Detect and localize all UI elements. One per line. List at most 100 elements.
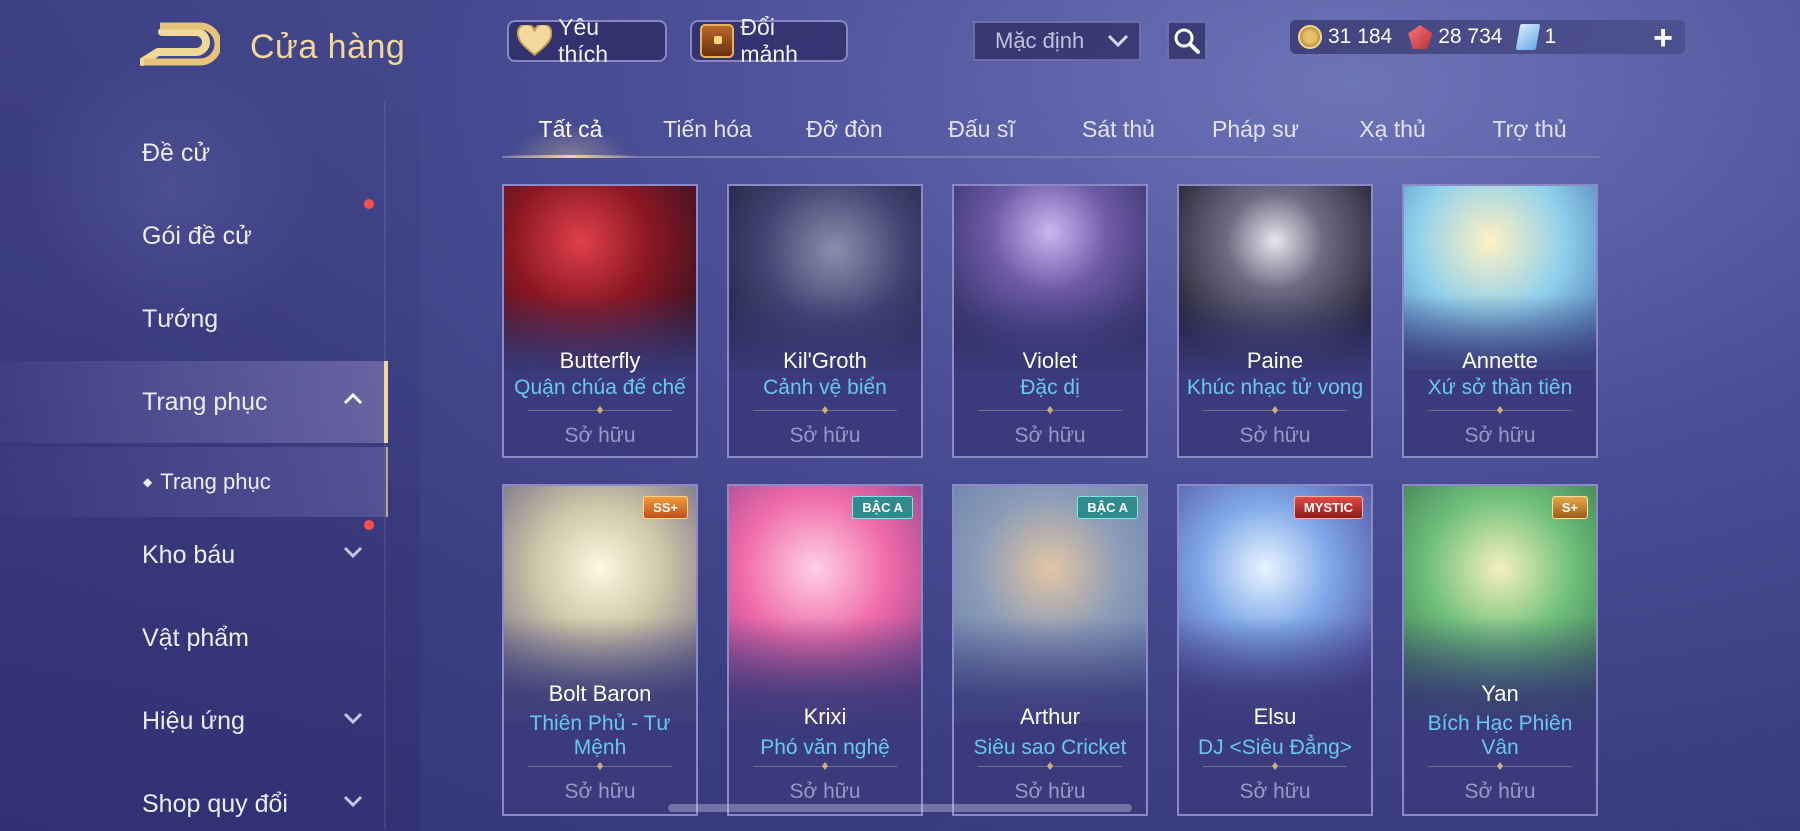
hero-name: Bolt Baron xyxy=(548,681,652,706)
gold-balance: 31 184 xyxy=(1298,25,1392,49)
hero-name: Violet xyxy=(1022,348,1078,373)
shard-exchange-button[interactable]: Đổi mảnh xyxy=(690,14,848,67)
chevron-down-icon xyxy=(343,712,363,724)
skin-name: Bích Hạc Phiên Vân xyxy=(1427,712,1573,759)
sidebar-item-label: Kho báu xyxy=(142,540,236,569)
skin-card-violet[interactable]: Violet Đặc dị Sở hữu xyxy=(952,184,1148,458)
skin-card-yan[interactable]: S+ Yan Bích Hạc Phiên Vân Sở hữu xyxy=(1402,484,1598,816)
gem-amount: 28 734 xyxy=(1438,25,1503,48)
bullet-icon: ◆ xyxy=(143,475,153,489)
tier-badge: S+ xyxy=(1551,496,1588,519)
tab-label: Tiến hóa xyxy=(663,116,752,142)
sidebar-item-recommended[interactable]: Đề cử xyxy=(0,112,388,194)
tab-support[interactable]: Trợ thủ xyxy=(1461,100,1598,156)
hero-name: Kil'Groth xyxy=(783,348,867,373)
hero-name: Paine xyxy=(1246,348,1304,373)
owned-status: Sở hữu xyxy=(1239,424,1311,447)
hero-name: Arthur xyxy=(1020,704,1080,729)
sidebar-item-label: Trang phục xyxy=(160,469,271,494)
tab-label: Đỡ đòn xyxy=(806,116,883,142)
favorites-label: Yêu thích xyxy=(558,14,609,67)
skin-card-bolt-baron[interactable]: SS+ Bolt Baron Thiên Phủ - Tư Mệnh Sở hữ… xyxy=(502,484,698,816)
tier-badge: BẬC A xyxy=(1077,496,1138,519)
gold-coin-icon xyxy=(1298,25,1322,49)
tab-marksman[interactable]: Xạ thủ xyxy=(1324,100,1461,156)
skin-name: Quận chúa đế chế xyxy=(514,376,686,399)
hero-name: Yan xyxy=(1481,681,1519,706)
sidebar-item-skins[interactable]: Trang phục xyxy=(0,361,388,443)
scroll-bar[interactable] xyxy=(668,804,1132,812)
owned-status: Sở hữu xyxy=(1014,780,1086,803)
tab-mage[interactable]: Pháp sư xyxy=(1187,100,1324,156)
sidebar-subitem-skins[interactable]: ◆ Trang phục xyxy=(0,447,388,517)
card-divider xyxy=(528,410,672,411)
back-button[interactable] xyxy=(138,22,222,70)
card-divider xyxy=(528,766,672,767)
ruby-gem-icon xyxy=(1408,25,1433,49)
card-divider xyxy=(978,766,1122,767)
search-icon xyxy=(1174,28,1200,54)
skin-card-kilgroth[interactable]: Kil'Groth Cảnh vệ biển Sở hữu xyxy=(727,184,923,458)
tab-assassin[interactable]: Sát thủ xyxy=(1050,100,1187,156)
tab-label: Pháp sư xyxy=(1211,116,1299,142)
favorites-button[interactable]: Yêu thích xyxy=(507,14,667,67)
owned-status: Sở hữu xyxy=(789,780,861,803)
skin-card-paine[interactable]: Paine Khúc nhạc tử vong Sở hữu xyxy=(1177,184,1373,458)
tier-badge: BẬC A xyxy=(852,496,913,519)
card-divider xyxy=(753,410,897,411)
skin-name: DJ <Siêu Đẳng> xyxy=(1197,736,1353,759)
sidebar-item-recommended-packs[interactable]: Gói đề cử xyxy=(0,195,388,277)
sort-dropdown[interactable]: Mặc định xyxy=(973,21,1141,61)
ticket-amount: 1 xyxy=(1544,25,1557,48)
sidebar-item-label: Trang phục xyxy=(142,387,268,416)
tab-evolution[interactable]: Tiến hóa xyxy=(639,100,776,156)
shard-exchange-label: Đổi mảnh xyxy=(740,14,798,67)
skin-name: Siêu sao Cricket xyxy=(973,736,1127,759)
tab-label: Trợ thủ xyxy=(1492,116,1567,142)
sort-value: Mặc định xyxy=(995,28,1085,53)
hero-name: Annette xyxy=(1462,348,1538,373)
skin-card-elsu[interactable]: MYSTIC Elsu DJ <Siêu Đẳng> Sở hữu xyxy=(1177,484,1373,816)
owned-status: Sở hữu xyxy=(1014,424,1086,447)
sidebar-item-heroes[interactable]: Tướng xyxy=(0,278,388,360)
tab-fighter[interactable]: Đấu sĩ xyxy=(913,100,1050,156)
search-button[interactable] xyxy=(1167,21,1207,61)
notification-dot xyxy=(364,199,374,209)
chest-icon xyxy=(700,24,735,58)
heart-icon xyxy=(517,25,553,56)
sidebar-item-items[interactable]: Vật phẩm xyxy=(0,597,388,679)
plus-icon[interactable]: + xyxy=(1645,19,1681,57)
card-divider xyxy=(1203,410,1347,411)
notification-dot xyxy=(364,520,374,530)
tab-label: Tất cả xyxy=(538,116,603,142)
card-divider xyxy=(1203,766,1347,767)
skin-card-arthur[interactable]: BẬC A Arthur Siêu sao Cricket Sở hữu xyxy=(952,484,1148,816)
skin-name: Phó văn nghệ xyxy=(760,736,890,759)
sidebar-item-label: Hiệu ứng xyxy=(142,706,245,735)
chevron-down-icon xyxy=(343,546,363,558)
chevron-down-icon xyxy=(343,795,363,807)
sidebar-item-label: Shop quy đổi xyxy=(142,789,288,818)
skin-card-annette[interactable]: Annette Xứ sở thần tiên Sở hữu xyxy=(1402,184,1598,458)
tab-all[interactable]: Tất cả xyxy=(502,100,639,158)
sidebar-item-effects[interactable]: Hiệu ứng xyxy=(0,680,388,762)
skin-name: Cảnh vệ biển xyxy=(763,376,887,399)
skin-card-krixi[interactable]: BẬC A Krixi Phó văn nghệ Sở hữu xyxy=(727,484,923,816)
skin-card-butterfly[interactable]: Butterfly Quận chúa đế chế Sở hữu xyxy=(502,184,698,458)
owned-status: Sở hữu xyxy=(1464,780,1536,803)
tab-label: Sát thủ xyxy=(1082,116,1155,142)
skin-name: Thiên Phủ - Tư Mệnh xyxy=(529,712,671,759)
card-divider xyxy=(978,410,1122,411)
owned-status: Sở hữu xyxy=(1464,424,1536,447)
tab-label: Đấu sĩ xyxy=(948,116,1015,142)
tab-tank[interactable]: Đỡ đòn xyxy=(776,100,913,156)
gold-amount: 31 184 xyxy=(1328,25,1393,48)
gem-balance: 28 734 xyxy=(1408,25,1502,49)
sidebar-item-label: Tướng xyxy=(142,304,219,333)
sidebar-item-treasure[interactable]: Kho báu xyxy=(0,514,388,596)
owned-status: Sở hữu xyxy=(564,780,636,803)
page-title: Cửa hàng xyxy=(250,28,406,66)
card-divider xyxy=(753,766,897,767)
sidebar-item-exchange-shop[interactable]: Shop quy đổi xyxy=(0,763,388,831)
tier-badge: SS+ xyxy=(643,496,688,519)
